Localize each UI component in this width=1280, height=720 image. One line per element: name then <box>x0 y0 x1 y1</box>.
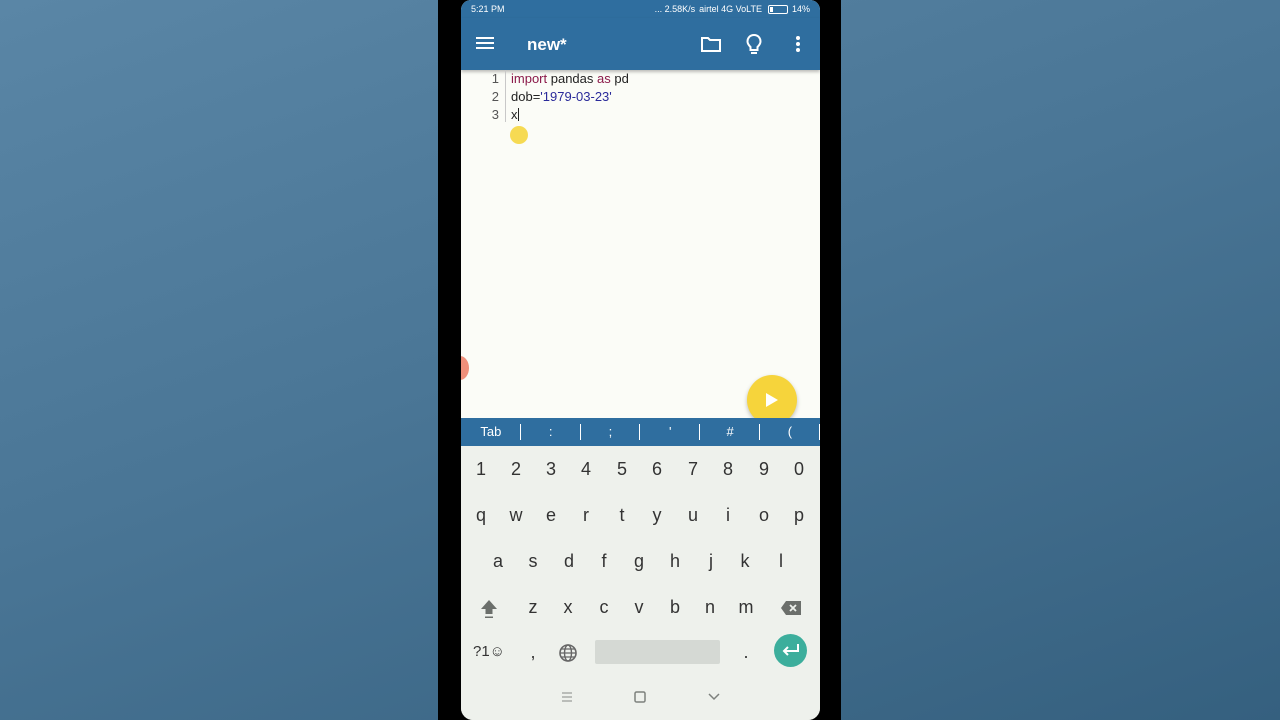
key[interactable]: k <box>728 541 762 581</box>
extra-keys-bar: Tab : ; ' # ( <box>461 418 820 446</box>
space-key[interactable] <box>595 640 720 664</box>
key[interactable]: q <box>464 495 498 535</box>
keyword-token: import <box>511 71 548 86</box>
line-number: 2 <box>491 89 499 104</box>
key[interactable]: i <box>711 495 745 535</box>
key[interactable]: s <box>516 541 550 581</box>
key[interactable]: l <box>764 541 798 581</box>
folder-icon[interactable] <box>700 34 722 54</box>
key[interactable]: 4 <box>569 449 603 489</box>
extra-key-tab[interactable]: Tab <box>461 418 521 446</box>
extra-key-colon[interactable]: : <box>521 418 581 446</box>
symbols-key[interactable]: ?1☺ <box>471 632 507 672</box>
period-key[interactable]: . <box>729 632 763 672</box>
key[interactable]: 0 <box>782 449 816 489</box>
play-icon <box>766 393 778 407</box>
key[interactable]: h <box>658 541 692 581</box>
backspace-icon <box>781 601 801 616</box>
plain-token: dob= <box>511 89 541 104</box>
phone-screen: 5:21 PM ... 2.58K/s airtel 4G VoLTE 14% … <box>461 0 820 720</box>
key[interactable]: 1 <box>464 449 498 489</box>
shift-icon <box>481 600 497 619</box>
plain-token: pd <box>610 71 629 86</box>
globe-icon <box>559 644 577 663</box>
gutter-divider <box>505 70 506 122</box>
touch-indicator-edge <box>461 356 469 380</box>
key[interactable]: 7 <box>676 449 710 489</box>
soft-keyboard: 1 2 3 4 5 6 7 8 9 0 q w e r t y u i o p … <box>461 446 820 674</box>
extra-key-quote[interactable]: ' <box>640 418 700 446</box>
key[interactable]: f <box>587 541 621 581</box>
enter-key[interactable] <box>774 634 807 667</box>
key[interactable]: 9 <box>747 449 781 489</box>
battery-percent: 14% <box>791 4 810 14</box>
key[interactable]: w <box>499 495 533 535</box>
key[interactable]: m <box>729 587 763 627</box>
status-indicators: ... 2.58K/s airtel 4G VoLTE 14% <box>655 4 810 14</box>
extra-key-paren[interactable]: ( <box>760 418 820 446</box>
back-icon[interactable] <box>706 690 722 704</box>
comma-key[interactable]: , <box>516 632 550 672</box>
status-bar: 5:21 PM ... 2.58K/s airtel 4G VoLTE 14% <box>461 0 820 18</box>
key[interactable]: g <box>622 541 656 581</box>
file-title: new* <box>527 35 567 54</box>
app-bar: new* <box>461 18 820 70</box>
system-nav-bar <box>461 674 820 720</box>
key[interactable]: e <box>534 495 568 535</box>
keyboard-row-2: a s d f g h j k l <box>461 541 820 581</box>
key[interactable]: c <box>587 587 621 627</box>
key[interactable]: t <box>605 495 639 535</box>
shift-key[interactable] <box>472 587 506 627</box>
code-text[interactable]: dob='1979-03-23' <box>511 88 612 106</box>
key[interactable]: z <box>516 587 550 627</box>
key[interactable]: 6 <box>640 449 674 489</box>
key[interactable]: x <box>551 587 585 627</box>
battery-icon <box>767 4 788 14</box>
more-vert-icon[interactable] <box>790 34 806 54</box>
menu-icon[interactable] <box>476 34 496 54</box>
key[interactable]: 3 <box>534 449 568 489</box>
code-editor[interactable]: 1 import pandas as pd 2 dob='1979-03-23'… <box>461 70 820 425</box>
key[interactable]: 8 <box>711 449 745 489</box>
key[interactable]: n <box>693 587 727 627</box>
keyboard-row-numbers: 1 2 3 4 5 6 7 8 9 0 <box>461 449 820 489</box>
backspace-key[interactable] <box>774 587 808 627</box>
keyboard-row-1: q w e r t y u i o p <box>461 495 820 535</box>
code-text[interactable]: import pandas as pd <box>511 70 629 88</box>
home-icon[interactable] <box>632 690 648 704</box>
plain-token: pandas <box>547 71 597 86</box>
recents-icon[interactable] <box>559 690 575 704</box>
line-number: 1 <box>491 71 499 86</box>
enter-icon <box>782 644 799 656</box>
code-text[interactable]: x <box>511 106 519 124</box>
lightbulb-icon[interactable] <box>744 33 764 55</box>
keyword-token: as <box>597 71 611 86</box>
key[interactable]: y <box>640 495 674 535</box>
key[interactable]: 5 <box>605 449 639 489</box>
key[interactable]: a <box>481 541 515 581</box>
key[interactable]: p <box>782 495 816 535</box>
key[interactable]: j <box>694 541 728 581</box>
status-time: 5:21 PM <box>471 4 505 14</box>
key[interactable]: o <box>747 495 781 535</box>
string-token: '1979-03-23' <box>540 89 612 104</box>
key[interactable]: r <box>569 495 603 535</box>
key[interactable]: 2 <box>499 449 533 489</box>
extra-key-hash[interactable]: # <box>700 418 760 446</box>
extra-key-semicolon[interactable]: ; <box>581 418 641 446</box>
touch-indicator <box>510 126 528 144</box>
text-caret <box>517 108 519 121</box>
carrier-label: airtel 4G VoLTE <box>699 4 762 14</box>
keyboard-row-3: z x c v b n m <box>461 587 820 627</box>
key[interactable]: d <box>552 541 586 581</box>
language-key[interactable] <box>551 632 585 672</box>
line-number: 3 <box>491 107 499 122</box>
key[interactable]: u <box>676 495 710 535</box>
key[interactable]: b <box>658 587 692 627</box>
network-speed: ... 2.58K/s <box>654 4 696 14</box>
key[interactable]: v <box>622 587 656 627</box>
